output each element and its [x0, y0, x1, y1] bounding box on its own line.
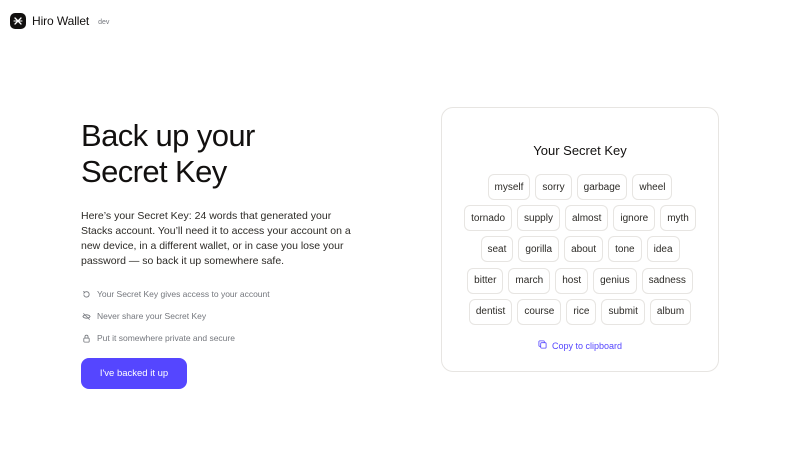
tip-item: Put it somewhere private and secure — [81, 327, 361, 349]
secret-word: seat — [480, 236, 514, 263]
intro-text: Here’s your Secret Key: 24 words that ge… — [81, 210, 351, 267]
copy-to-clipboard-button[interactable]: Copy to clipboard — [442, 340, 718, 351]
tip-item: Never share your Secret Key — [81, 305, 361, 327]
secret-word: course — [517, 298, 562, 325]
word-row: bitter march host genius sadness — [442, 267, 718, 294]
secret-word: dentist — [468, 298, 513, 325]
env-badge: dev — [98, 19, 110, 26]
card-title: Your Secret Key — [533, 143, 627, 158]
lock-icon — [81, 333, 91, 343]
secret-word: about — [564, 236, 604, 263]
hiro-logo-icon[interactable] — [10, 13, 26, 29]
word-row: seat gorilla about tone idea — [442, 236, 718, 263]
backed-up-button[interactable]: I've backed it up — [81, 358, 187, 389]
secret-word: submit — [601, 298, 645, 325]
secret-word: march — [508, 267, 551, 294]
secret-word: genius — [593, 267, 637, 294]
page-title-line-1: Back up your — [81, 118, 255, 153]
secret-word: tone — [608, 236, 642, 263]
tip-text: Put it somewhere private and secure — [97, 333, 235, 343]
secret-word: garbage — [576, 174, 628, 200]
secret-word: wheel — [632, 174, 673, 200]
header: Hiro Wallet dev — [10, 13, 109, 29]
brand-name: Hiro Wallet — [32, 14, 90, 28]
tip-text: Your Secret Key gives access to your acc… — [97, 289, 270, 299]
secret-key-words: myself sorry garbage wheel tornado suppl… — [442, 174, 718, 330]
secret-word: sadness — [641, 267, 693, 294]
secret-word: ignore — [613, 205, 656, 232]
secret-word: idea — [646, 236, 680, 263]
word-row: myself sorry garbage wheel — [442, 174, 718, 200]
secret-word: tornado — [464, 205, 513, 232]
tips-list: Your Secret Key gives access to your acc… — [81, 283, 361, 349]
eye-off-icon — [81, 311, 91, 321]
secret-word: bitter — [467, 267, 504, 294]
secret-word: myself — [487, 174, 531, 200]
page-title-line-2: Secret Key — [81, 154, 227, 189]
secret-word: almost — [564, 205, 609, 232]
secret-word: album — [649, 298, 692, 325]
secret-word: host — [555, 267, 589, 294]
secret-word: supply — [517, 205, 560, 232]
tip-item: Your Secret Key gives access to your acc… — [81, 283, 361, 305]
copy-label: Copy to clipboard — [551, 340, 623, 351]
backup-instructions: Back up your Secret Key Here’s your Secr… — [81, 118, 361, 389]
secret-word: myth — [660, 205, 696, 232]
rotate-icon — [81, 289, 91, 299]
word-row: tornado supply almost ignore myth — [442, 205, 718, 232]
page-title: Back up your Secret Key — [81, 118, 361, 190]
copy-icon — [538, 340, 547, 351]
secret-word: rice — [566, 298, 597, 325]
tip-text: Never share your Secret Key — [97, 311, 207, 321]
secret-key-card: Your Secret Key myself sorry garbage whe… — [441, 107, 719, 372]
secret-word: gorilla — [518, 236, 560, 263]
secret-word: sorry — [535, 174, 572, 200]
word-row: dentist course rice submit album — [442, 298, 718, 325]
